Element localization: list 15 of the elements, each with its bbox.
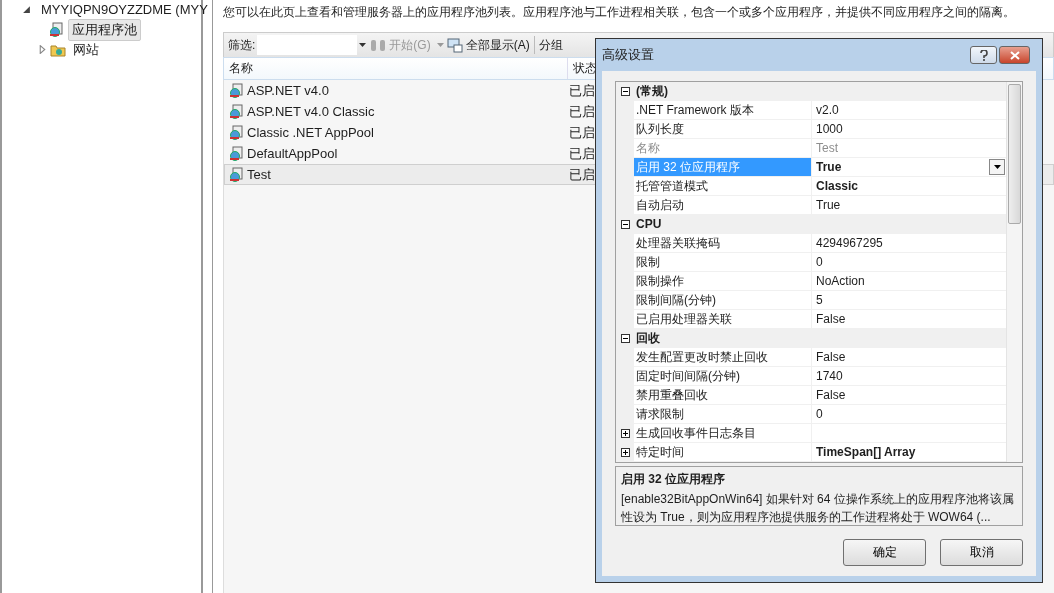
pool-status: 已启 (569, 144, 595, 163)
pool-status: 已启 (569, 123, 595, 142)
help-text: [enable32BitAppOnWin64] 如果针对 64 位操作系统上的应用程序池将该属性设为 True，则为应用程序池提供服务的工作进程将处于 WOW64 (... (621, 491, 1015, 526)
pool-status: 已启 (569, 102, 595, 121)
filter-label: 筛选: (228, 36, 256, 54)
help-title: 启用 32 位应用程序 (621, 471, 726, 488)
pool-status: 已启 (569, 81, 595, 100)
dialog-title: 高级设置 (602, 46, 654, 64)
pool-name: Classic .NET AppPool (247, 125, 374, 140)
pool-name: ASP.NET v4.0 Classic (247, 104, 375, 119)
pool-status: 已启 (569, 165, 595, 184)
pool-name: DefaultAppPool (247, 146, 338, 161)
pool-name: ASP.NET v4.0 (247, 83, 329, 98)
pool-name: Test (247, 167, 271, 182)
page-description: 您可以在此页上查看和管理服务器上的应用程序池列表。应用程序池与工作进程相关联，包含一个或多个应用程序，并提供不同应用程序之间的隔离。 (223, 4, 1016, 21)
